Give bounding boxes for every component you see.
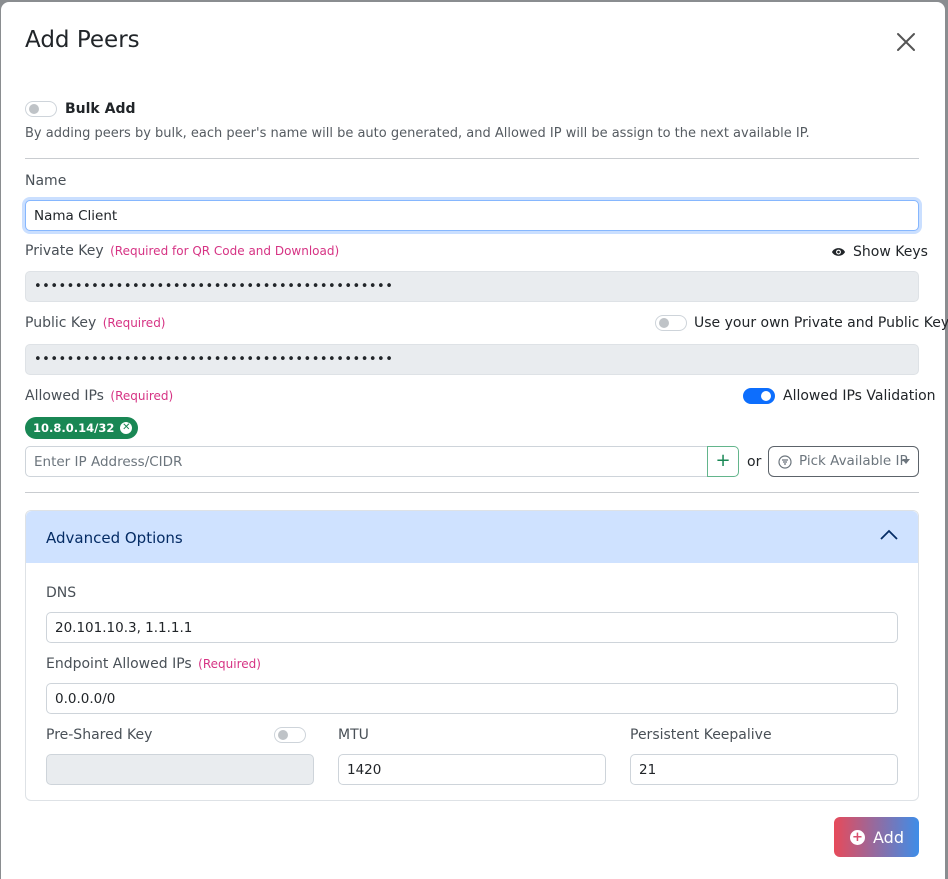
private-key-label: Private Key (Required for QR Code and Do… bbox=[25, 243, 340, 259]
pre-shared-key-input[interactable] bbox=[46, 754, 314, 785]
public-key-label: Public Key (Required) bbox=[25, 315, 166, 331]
persistent-keepalive-label: Persistent Keepalive bbox=[630, 727, 772, 743]
bulk-add-description: By adding peers by bulk, each peer's nam… bbox=[25, 126, 810, 141]
private-key-field: ••••••••••••••••••••••••••••••••••••••••… bbox=[25, 271, 919, 302]
close-icon[interactable] bbox=[896, 32, 916, 52]
allowed-ips-note: (Required) bbox=[110, 389, 174, 403]
remove-chip-icon[interactable]: ✕ bbox=[120, 422, 133, 434]
add-button-label: Add bbox=[873, 828, 904, 847]
endpoint-allowed-ips-note: (Required) bbox=[198, 657, 261, 671]
name-input[interactable] bbox=[25, 200, 919, 231]
advanced-options-header[interactable]: Advanced Options bbox=[26, 511, 918, 563]
add-button[interactable]: + Add bbox=[834, 817, 919, 857]
ip-address-input[interactable] bbox=[25, 446, 708, 477]
name-label: Name bbox=[25, 173, 67, 189]
modal-title: Add Peers bbox=[25, 27, 140, 53]
mtu-label: MTU bbox=[338, 727, 369, 743]
private-key-note: (Required for QR Code and Download) bbox=[110, 244, 340, 258]
public-key-note: (Required) bbox=[102, 316, 166, 330]
advanced-options-panel: Advanced Options DNS Endpoint Allowed IP… bbox=[25, 510, 919, 801]
show-keys-label: Show Keys bbox=[853, 244, 928, 260]
caret-down-icon bbox=[902, 459, 910, 464]
chevron-up-icon bbox=[880, 529, 898, 540]
pre-shared-key-toggle[interactable] bbox=[274, 727, 306, 743]
divider bbox=[25, 158, 919, 159]
allowed-ips-label: Allowed IPs (Required) bbox=[25, 388, 174, 404]
allowed-ips-validation-label: Allowed IPs Validation bbox=[783, 388, 936, 404]
own-keys-label: Use your own Private and Public Key bbox=[694, 315, 948, 331]
mtu-input[interactable] bbox=[338, 754, 606, 785]
dns-input[interactable] bbox=[46, 612, 898, 643]
own-keys-toggle[interactable] bbox=[655, 315, 687, 331]
advanced-options-title: Advanced Options bbox=[46, 529, 183, 547]
pick-available-ip-label: Pick Available IP bbox=[799, 453, 908, 469]
dns-label: DNS bbox=[46, 585, 77, 601]
plus-circle-icon: + bbox=[850, 830, 865, 845]
bulk-add-toggle[interactable] bbox=[25, 101, 57, 117]
allowed-ips-validation-toggle[interactable] bbox=[743, 388, 775, 404]
bulk-add-label: Bulk Add bbox=[65, 101, 136, 117]
or-label: or bbox=[747, 454, 762, 470]
persistent-keepalive-input[interactable] bbox=[630, 754, 898, 785]
plus-icon: + bbox=[715, 450, 731, 471]
pre-shared-key-label: Pre-Shared Key bbox=[46, 727, 153, 743]
endpoint-allowed-ips-label: Endpoint Allowed IPs (Required) bbox=[46, 656, 261, 672]
eye-icon bbox=[831, 248, 846, 256]
allowed-ip-chip: 10.8.0.14/32 ✕ bbox=[25, 417, 139, 439]
allowed-ip-chip-label: 10.8.0.14/32 bbox=[33, 421, 115, 435]
divider bbox=[25, 492, 919, 493]
endpoint-allowed-ips-input[interactable] bbox=[46, 683, 898, 714]
add-ip-button[interactable]: + bbox=[707, 446, 739, 477]
public-key-field: ••••••••••••••••••••••••••••••••••••••••… bbox=[25, 344, 919, 375]
filter-icon bbox=[778, 455, 792, 469]
add-peers-modal: Add Peers Bulk Add By adding peers by bu… bbox=[1, 2, 948, 879]
pick-available-ip-button[interactable]: Pick Available IP bbox=[768, 446, 919, 477]
